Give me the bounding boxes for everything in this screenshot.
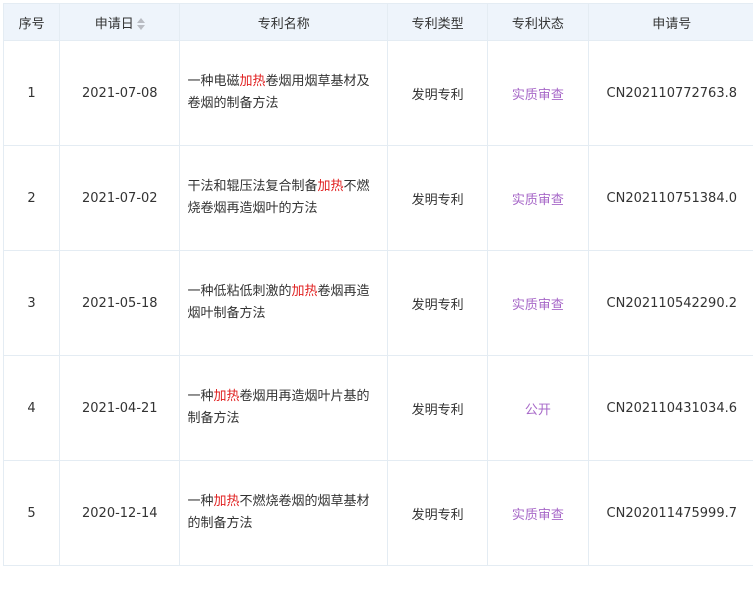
table-row: 2 2021-07-02 干法和辊压法复合制备加热不燃烧卷烟再造烟叶的方法 发明专利实…: [2, 145, 753, 251]
header-app-no: 申请号: [587, 3, 753, 41]
table-row: 1 2021-07-08 一种电磁加热卷烟用烟草基材及卷烟的制备方法 发明专利 实质审查…: [2, 40, 753, 146]
header-index: 序号: [2, 3, 61, 41]
table-header-row: 序号 申请日 专利名称 专利类型 专利状态 申请号: [2, 3, 753, 41]
patent-name-highlight: 加热: [239, 74, 266, 89]
row-date: 2021-07-02: [59, 145, 181, 251]
row-status: 实质审查: [487, 40, 589, 146]
row-date: 2021-05-18: [59, 250, 181, 356]
row-patent-name[interactable]: 一种电磁加热卷烟用烟草基材及卷烟的制备方法: [179, 40, 388, 146]
row-index: 3: [2, 250, 61, 356]
patent-name-highlight: 加热: [213, 494, 240, 509]
patent-name-highlight: 加热: [213, 389, 240, 404]
row-patent-name[interactable]: 一种低粘低刺激的加热卷烟再造烟叶制备方法: [179, 250, 388, 356]
row-index: 5: [2, 460, 61, 566]
row-app-no: CN202011475999.7: [587, 460, 753, 566]
header-date-label: 申请日: [94, 16, 134, 32]
patent-name-text: 干法和辊压法复合制备: [187, 179, 318, 194]
patent-name-highlight: 加热: [317, 179, 344, 194]
row-type: 发明专利: [386, 250, 489, 356]
row-date: 2020-12-14: [59, 460, 181, 566]
patent-name-text: 一种低粘低刺激的: [187, 284, 292, 299]
table-row: 4 2021-04-21 一种加热卷烟用再造烟叶片基的制备方法 发明专利 公开 CN202…: [2, 355, 753, 461]
row-patent-name[interactable]: 一种加热卷烟用再造烟叶片基的制备方法: [179, 355, 388, 461]
patent-name-highlight: 加热: [291, 284, 318, 299]
header-type: 专利类型: [386, 3, 489, 41]
sort-icon[interactable]: [136, 18, 145, 30]
row-type: 发明专利: [386, 145, 489, 251]
row-status: 实质审查: [487, 460, 589, 566]
row-app-no: CN202110431034.6: [587, 355, 753, 461]
header-status: 专利状态: [487, 3, 589, 41]
patent-name-text: 一种: [187, 389, 214, 404]
row-date: 2021-04-21: [59, 355, 181, 461]
row-patent-name[interactable]: 一种加热不燃烧卷烟的烟草基材的制备方法: [179, 460, 388, 566]
row-index: 2: [2, 145, 61, 251]
row-app-no: CN202110772763.8: [587, 40, 753, 146]
table-row: 3 2021-05-18 一种低粘低刺激的加热卷烟再造烟叶制备方法 发明专利 实质审查 C…: [2, 250, 753, 356]
row-type: 发明专利: [386, 355, 489, 461]
row-patent-name[interactable]: 干法和辊压法复合制备加热不燃烧卷烟再造烟叶的方法: [179, 145, 388, 251]
patent-table: 序号 申请日 专利名称 专利类型 专利状态 申请号 1 2021-07-08 一种电…: [2, 3, 753, 566]
row-type: 发明专利: [386, 460, 489, 566]
header-name: 专利名称: [179, 3, 388, 41]
row-index: 1: [2, 40, 61, 146]
row-status: 公开: [487, 355, 589, 461]
row-index: 4: [2, 355, 61, 461]
row-status: 实质审查: [487, 250, 589, 356]
row-status: 实质审查: [487, 145, 589, 251]
row-type: 发明专利: [386, 40, 489, 146]
row-date: 2021-07-08: [59, 40, 181, 146]
patent-name-text: 一种: [187, 494, 214, 509]
row-app-no: CN202110542290.2: [587, 250, 753, 356]
patent-name-text: 一种电磁: [187, 74, 240, 89]
table-row: 5 2020-12-14 一种加热不燃烧卷烟的烟草基材的制备方法 发明专利 实质审查 CN…: [2, 460, 753, 566]
header-date[interactable]: 申请日: [59, 3, 181, 41]
row-app-no: CN202110751384.0: [587, 145, 753, 251]
